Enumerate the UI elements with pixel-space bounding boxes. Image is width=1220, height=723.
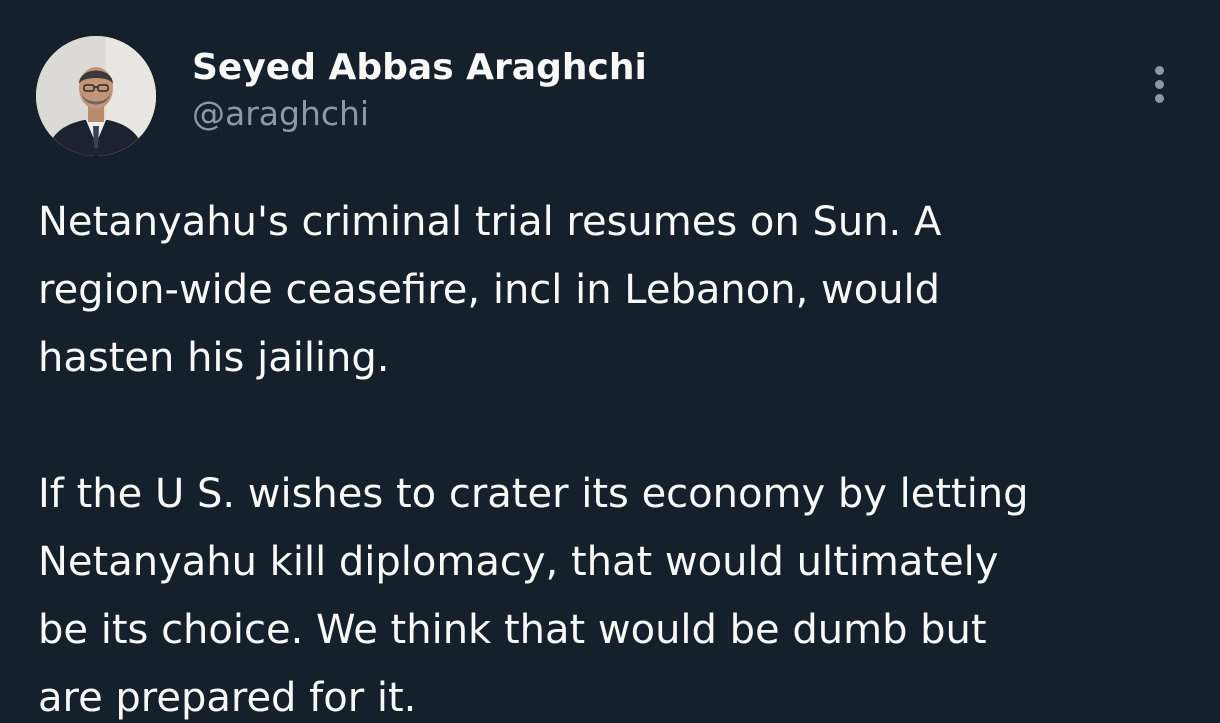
tweet-text-line: be its choice. We think that would be du… xyxy=(38,607,987,653)
tweet-text: Netanyahu's criminal trial resumes on Su… xyxy=(38,188,1198,723)
author-display-name[interactable]: Seyed Abbas Araghchi xyxy=(192,44,647,92)
tweet-text-line: are prepared for it. xyxy=(38,675,417,721)
more-vertical-icon xyxy=(1155,80,1164,89)
more-options-button[interactable] xyxy=(1138,60,1182,108)
tweet-text-line: Netanyahu's criminal trial resumes on Su… xyxy=(38,199,942,245)
more-vertical-icon xyxy=(1155,66,1164,75)
tweet-card: Seyed Abbas Araghchi @araghchi Netanyahu… xyxy=(0,0,1220,723)
tweet-text-line: If the U S. wishes to crater its economy… xyxy=(38,471,1029,517)
tweet-text-line: Netanyahu kill diplomacy, that would ult… xyxy=(38,539,999,585)
author-handle[interactable]: @araghchi xyxy=(192,92,647,136)
tweet-text-line: hasten his jailing. xyxy=(38,335,390,381)
tweet-text-line: region-wide ceasefire, incl in Lebanon, … xyxy=(38,267,941,313)
more-vertical-icon xyxy=(1155,94,1164,103)
author-block: Seyed Abbas Araghchi @araghchi xyxy=(192,44,647,136)
avatar[interactable] xyxy=(36,36,156,156)
profile-photo-icon xyxy=(36,36,156,156)
